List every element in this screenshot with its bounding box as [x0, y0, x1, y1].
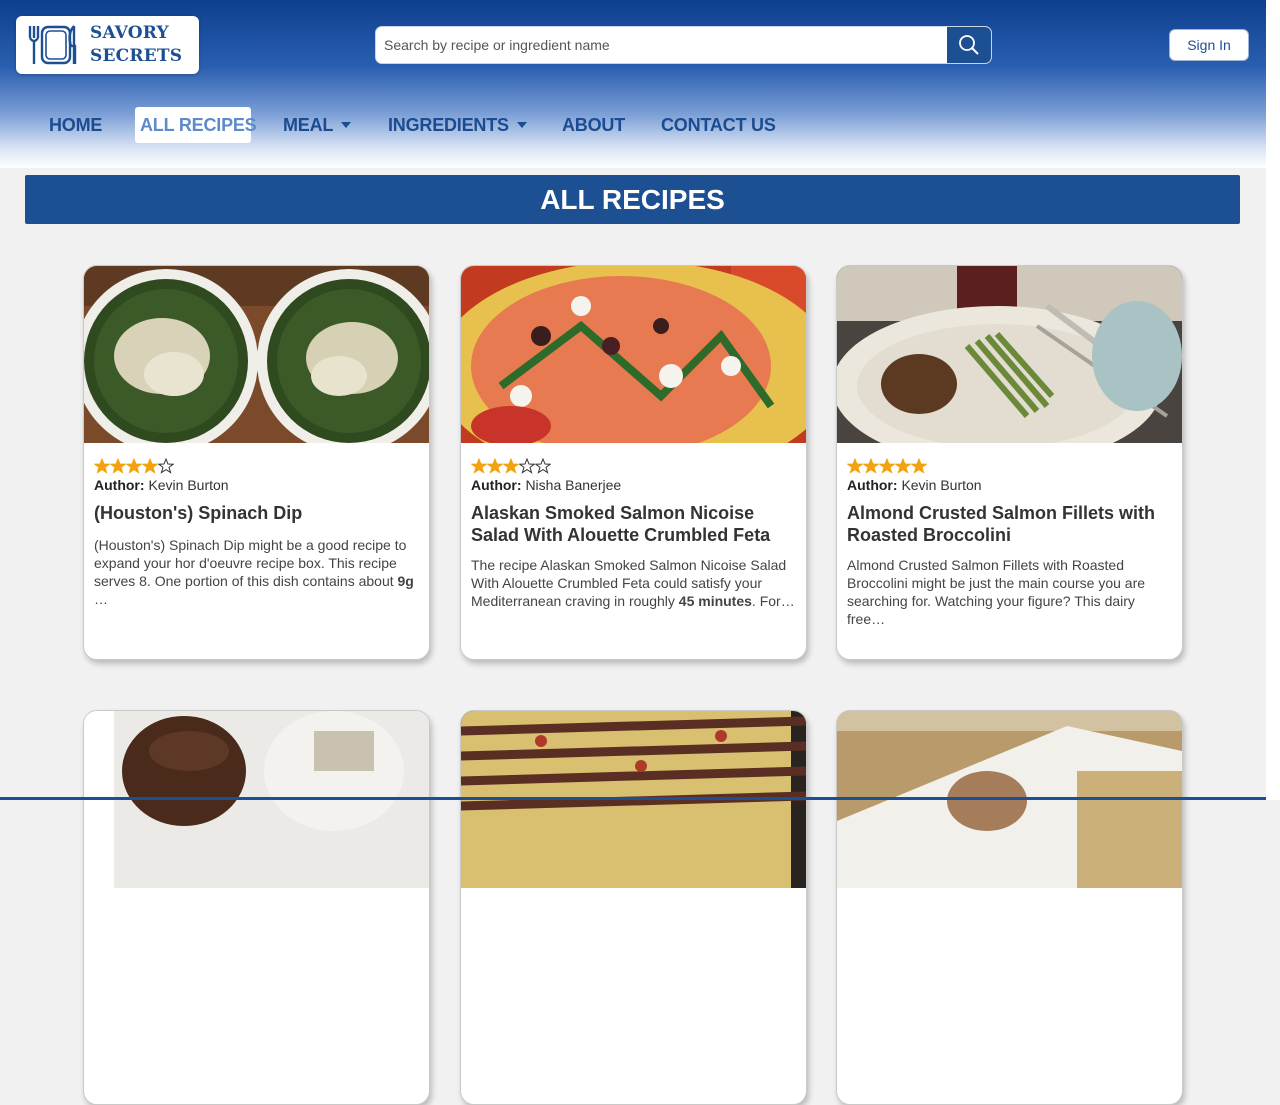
author-name: Kevin Burton [148, 477, 229, 493]
scrollbar[interactable] [1266, 0, 1280, 800]
page-title: ALL RECIPES [25, 175, 1240, 224]
recipe-card[interactable] [460, 710, 807, 1105]
recipe-description: Almond Crusted Salmon Fillets with Roast… [847, 556, 1172, 628]
salmon-broccolini-photo [837, 266, 1182, 443]
search-button[interactable] [947, 27, 991, 63]
nav-about[interactable]: ABOUT [562, 107, 625, 143]
star-filled-icon [503, 458, 519, 474]
rating-stars [847, 458, 927, 474]
caret-down-icon [516, 122, 527, 128]
rating-stars [94, 458, 174, 474]
star-filled-icon [895, 458, 911, 474]
star-filled-icon [94, 458, 110, 474]
description-text: Almond Crusted Salmon Fillets with Roast… [847, 557, 1146, 627]
recipe-card[interactable]: Author: Kevin Burton Almond Crusted Salm… [836, 265, 1183, 660]
nav-all-recipes[interactable]: ALL RECIPES [135, 107, 257, 143]
recipe-card[interactable]: Author: Nisha Banerjee Alaskan Smoked Sa… [460, 265, 807, 660]
search-icon [959, 35, 979, 55]
nav-meal-label: MEAL [283, 115, 334, 135]
nav-ingredients-label: INGREDIENTS [388, 115, 509, 135]
site-logo[interactable]: SAVORY SECRETS [16, 16, 199, 74]
brand-name: SAVORY SECRETS [90, 22, 195, 68]
recipe-card[interactable]: Author: Kevin Burton (Houston's) Spinach… [83, 265, 430, 660]
recipe-description: The recipe Alaskan Smoked Salmon Nicoise… [471, 556, 796, 610]
star-filled-icon [847, 458, 863, 474]
spinach-dip-photo [84, 266, 429, 443]
recipe-author: Author: Kevin Burton [94, 477, 229, 493]
description-highlight: 9g [397, 573, 414, 589]
recipe-title[interactable]: (Houston's) Spinach Dip [94, 502, 419, 524]
star-empty-icon [535, 458, 551, 474]
star-filled-icon [126, 458, 142, 474]
star-empty-icon [519, 458, 535, 474]
star-filled-icon [879, 458, 895, 474]
brand-name-line1: SAVORY [90, 23, 169, 43]
description-text-end: … [94, 591, 108, 607]
recipe-description: (Houston's) Spinach Dip might be a good … [94, 536, 419, 608]
star-filled-icon [487, 458, 503, 474]
description-text-end: . For… [751, 593, 795, 609]
search-bar [375, 26, 992, 64]
nav-home[interactable]: HOME [49, 107, 102, 143]
salmon-salad-photo [461, 266, 806, 443]
star-empty-icon [158, 458, 174, 474]
nav-ingredients-dropdown[interactable]: INGREDIENTS [388, 107, 527, 143]
rating-stars [471, 458, 551, 474]
author-label: Author: [471, 477, 522, 493]
author-label: Author: [847, 477, 898, 493]
nav-meal-dropdown[interactable]: MEAL [283, 107, 352, 143]
plate-fork-knife-icon [28, 25, 77, 65]
star-filled-icon [863, 458, 879, 474]
author-name: Nisha Banerjee [525, 477, 622, 493]
description-text: (Houston's) Spinach Dip might be a good … [94, 537, 407, 589]
recipe-author: Author: Nisha Banerjee [471, 477, 621, 493]
recipe-card[interactable] [83, 710, 430, 1105]
brand-name-line2: SECRETS [90, 46, 183, 66]
description-highlight: 45 minutes [678, 593, 752, 609]
recipe-author: Author: Kevin Burton [847, 477, 982, 493]
main-nav: HOME ALL RECIPES MEAL INGREDIENTS ABOUT … [0, 107, 1266, 143]
recipe-title[interactable]: Alaskan Smoked Salmon Nicoise Salad With… [471, 502, 796, 546]
recipe-card[interactable] [836, 710, 1183, 1105]
nav-contact[interactable]: CONTACT US [661, 107, 776, 143]
star-filled-icon [471, 458, 487, 474]
star-filled-icon [110, 458, 126, 474]
search-input[interactable] [376, 27, 964, 63]
recipe-title[interactable]: Almond Crusted Salmon Fillets with Roast… [847, 502, 1172, 546]
star-filled-icon [142, 458, 158, 474]
author-label: Author: [94, 477, 145, 493]
caret-down-icon [341, 122, 352, 128]
sign-in-button[interactable]: Sign In [1169, 29, 1249, 61]
star-filled-icon [911, 458, 927, 474]
author-name: Kevin Burton [901, 477, 982, 493]
